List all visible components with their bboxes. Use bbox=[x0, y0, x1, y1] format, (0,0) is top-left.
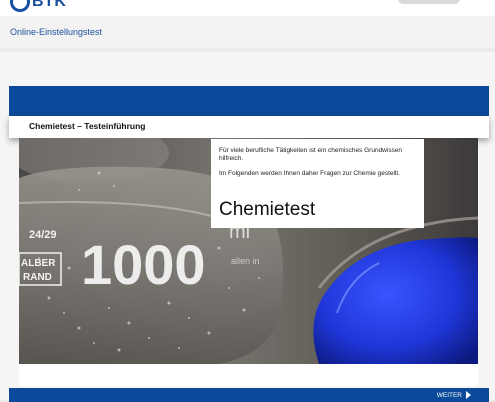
beaker-volume-label: 1000 bbox=[81, 233, 206, 296]
breadcrumb: Online-Einstellungstest bbox=[0, 16, 495, 48]
section-title-strip: Chemietest – Testeinführung bbox=[9, 116, 489, 138]
beaker-joint-label: 24/29 bbox=[29, 229, 57, 241]
logo-text: BTK bbox=[32, 0, 67, 10]
beaker-brand-label-2: RAND bbox=[23, 272, 52, 283]
photo-caption-area bbox=[19, 364, 478, 386]
intro-heading: Chemietest bbox=[219, 199, 316, 220]
beaker-brand-label-1: ALBER bbox=[21, 258, 56, 269]
next-button-label: WEITER bbox=[436, 391, 462, 399]
section-header-band bbox=[9, 86, 489, 116]
intro-paragraph-2: Im Folgenden werden Ihnen daher Fragen z… bbox=[219, 170, 401, 177]
beaker-small-label: allen in bbox=[231, 256, 260, 266]
breadcrumb-link[interactable]: Online-Einstellungstest bbox=[10, 27, 102, 37]
intro-paragraph-1: Für viele berufliche Tätigkeiten ist ein… bbox=[219, 147, 403, 162]
top-bar: BTK bbox=[0, 0, 495, 16]
logo[interactable]: BTK bbox=[0, 0, 66, 12]
next-button[interactable]: WEITER bbox=[437, 391, 471, 399]
header-control[interactable] bbox=[398, 0, 460, 4]
intro-card: Für viele berufliche Tätigkeiten ist ein… bbox=[211, 139, 424, 228]
play-arrow-icon bbox=[466, 391, 471, 399]
section-title: Chemietest – Testeinführung bbox=[29, 121, 146, 131]
logo-icon bbox=[10, 0, 30, 12]
